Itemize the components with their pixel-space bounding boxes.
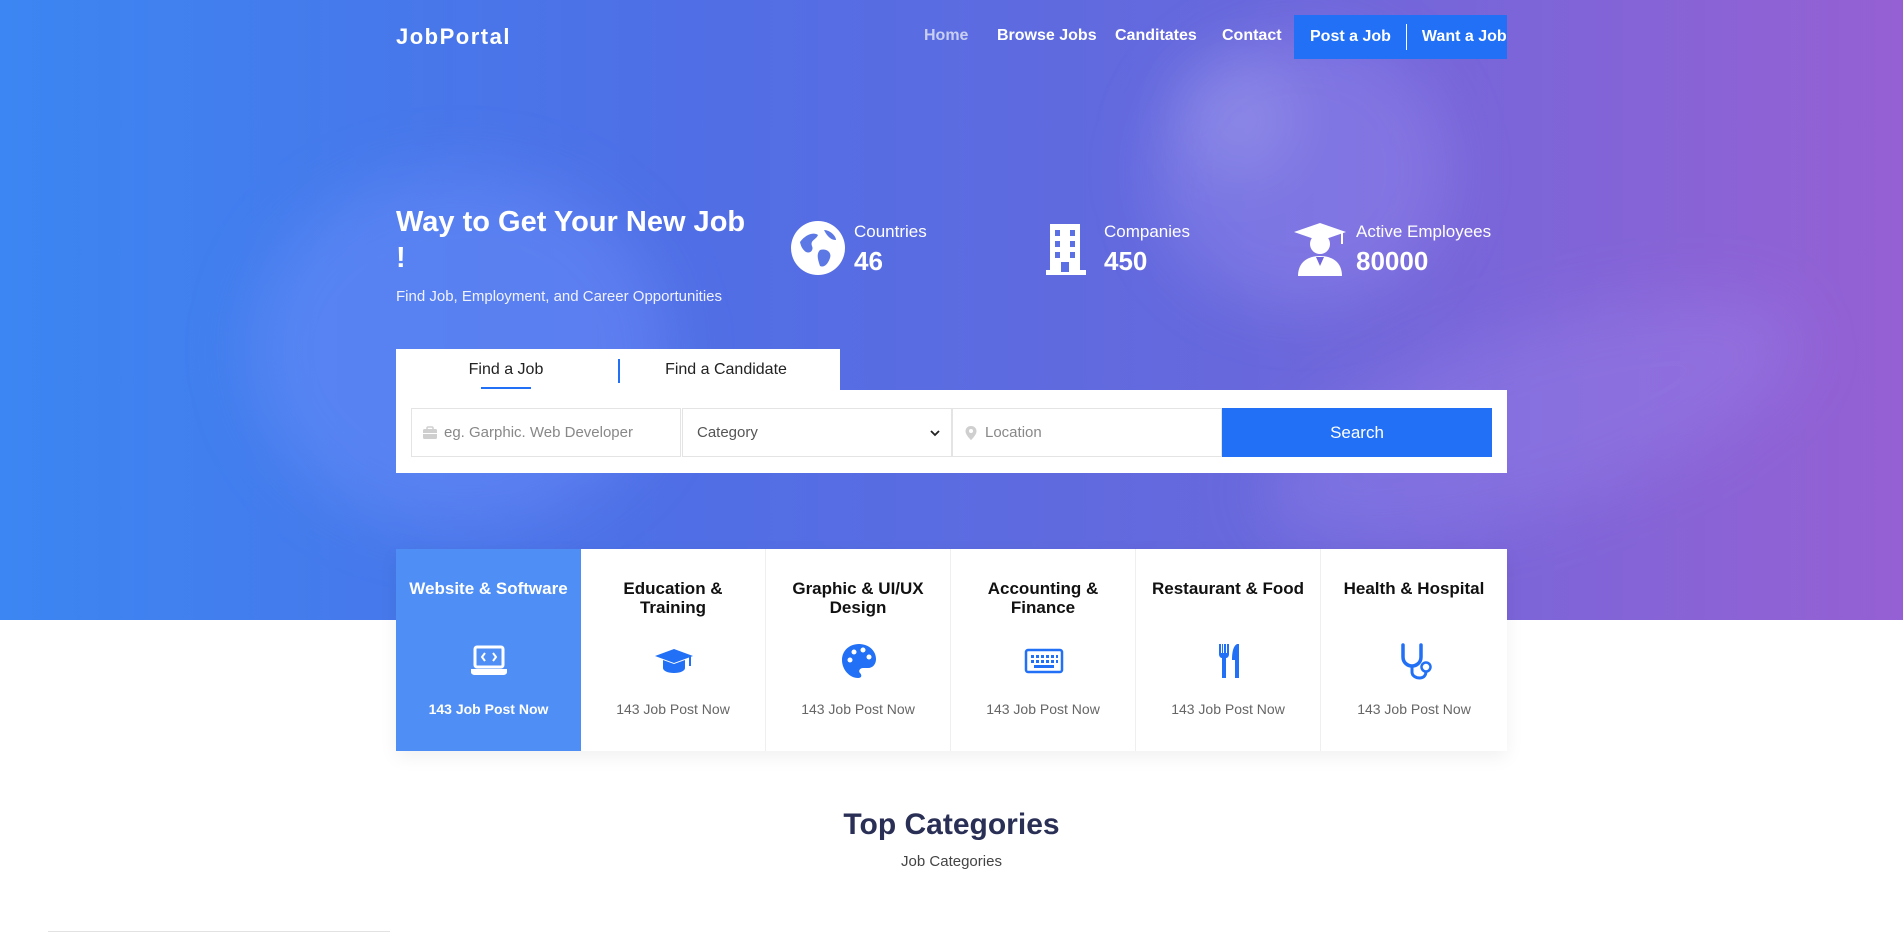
nav-canditates[interactable]: Canditates — [1115, 27, 1197, 45]
map-pin-icon — [965, 425, 977, 440]
category-post-count: 143 Job Post Now — [1171, 701, 1285, 717]
location-input[interactable] — [985, 424, 1221, 441]
category-card-website-software[interactable]: Website & Software 143 Job Post Now — [396, 549, 581, 751]
stat-label: Companies — [1104, 222, 1190, 241]
stat-value: 80000 — [1356, 246, 1429, 276]
section-divider — [48, 931, 390, 935]
tab-divider — [618, 359, 620, 383]
tab-find-job[interactable]: Find a Job — [436, 349, 576, 391]
keyword-input[interactable] — [444, 424, 680, 441]
section-title: Top Categories — [843, 808, 1060, 841]
category-post-count: 143 Job Post Now — [428, 701, 549, 717]
active-tab-indicator — [481, 387, 531, 389]
button-divider — [1405, 24, 1407, 50]
laptop-code-icon — [471, 645, 507, 675]
hero-banner — [0, 0, 1903, 620]
category-post-count: 143 Job Post Now — [986, 701, 1100, 717]
graduation-cap-icon — [655, 649, 693, 673]
graduate-icon — [1294, 223, 1346, 276]
category-title: Restaurant & Food — [1151, 579, 1305, 598]
search-tabs: Find a Job Find a Candidate — [396, 349, 840, 391]
stat-label: Active Employees — [1356, 222, 1492, 241]
category-cards: Website & Software 143 Job Post Now Educ… — [396, 549, 1507, 751]
category-selected-value: Category — [697, 424, 758, 441]
navbar: JobPortal Home Browse Jobs Canditates Co… — [0, 0, 1903, 60]
search-panel: Category Search — [396, 390, 1507, 473]
section-subtitle: Job Categories — [901, 853, 1002, 870]
tab-find-candidate[interactable]: Find a Candidate — [636, 349, 816, 391]
stat-value: 450 — [1104, 246, 1148, 276]
briefcase-icon — [423, 425, 437, 439]
category-post-count: 143 Job Post Now — [1357, 701, 1471, 717]
post-want-group: Post a Job Want a Job — [1294, 15, 1507, 59]
building-icon — [1046, 224, 1086, 275]
chevron-down-icon — [930, 429, 940, 436]
category-title: Website & Software — [409, 579, 568, 598]
category-select[interactable]: Category — [682, 408, 952, 457]
brand-logo[interactable]: JobPortal — [396, 24, 511, 50]
category-title: Health & Hospital — [1343, 579, 1485, 598]
nav-contact[interactable]: Contact — [1222, 27, 1282, 45]
nav-browse-jobs[interactable]: Browse Jobs — [997, 27, 1097, 45]
want-a-job-button[interactable]: Want a Job — [1422, 15, 1507, 59]
category-title: Accounting & Finance — [987, 579, 1099, 617]
hero-subline: Find Job, Employment, and Career Opportu… — [396, 288, 722, 305]
category-card-restaurant-food[interactable]: Restaurant & Food 143 Job Post Now — [1136, 549, 1321, 751]
category-card-graphic-design[interactable]: Graphic & UI/UX Design 143 Job Post Now — [766, 549, 951, 751]
stat-label: Countries — [854, 222, 927, 241]
nav-home[interactable]: Home — [924, 27, 968, 45]
hero-headline: Way to Get Your New Job ! — [396, 206, 746, 274]
category-card-accounting-finance[interactable]: Accounting & Finance 143 Job Post Now — [951, 549, 1136, 751]
location-field — [952, 408, 1222, 457]
stat-value: 46 — [854, 246, 883, 276]
search-button[interactable]: Search — [1222, 408, 1492, 457]
category-card-education-training[interactable]: Education & Training 143 Job Post Now — [581, 549, 766, 751]
keyboard-icon — [1024, 648, 1064, 674]
post-a-job-button[interactable]: Post a Job — [1310, 15, 1391, 59]
category-post-count: 143 Job Post Now — [801, 701, 915, 717]
category-post-count: 143 Job Post Now — [616, 701, 730, 717]
utensils-icon — [1219, 644, 1239, 678]
category-title: Graphic & UI/UX Design — [792, 579, 924, 617]
globe-icon — [791, 221, 845, 275]
stethoscope-icon — [1401, 643, 1432, 680]
category-title: Education & Training — [623, 579, 723, 617]
category-card-health-hospital[interactable]: Health & Hospital 143 Job Post Now — [1321, 549, 1507, 751]
palette-icon — [842, 644, 876, 678]
keyword-field — [411, 408, 681, 457]
